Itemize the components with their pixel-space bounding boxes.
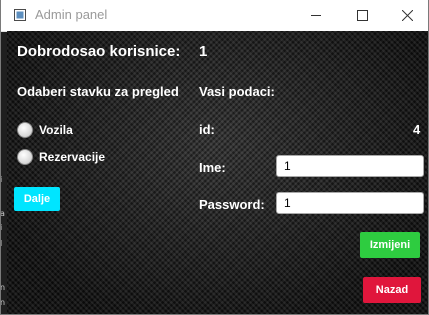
account-heading: Vasi podaci: [199, 84, 275, 99]
maximize-button[interactable] [339, 0, 385, 31]
minimize-icon [310, 15, 321, 16]
welcome-label: Dobrodosao korisnice: [17, 43, 181, 60]
minimize-button[interactable] [293, 0, 339, 31]
review-heading: Odaberi stavku za pregled [17, 84, 179, 99]
name-field[interactable] [276, 155, 424, 177]
next-button[interactable]: Dalje [14, 187, 60, 211]
admin-panel-window: Admin panel Dobrodosao korisnice: 1 Odab… [0, 0, 429, 315]
close-button[interactable] [384, 0, 428, 31]
radio-vozila[interactable]: Vozila [17, 122, 73, 138]
password-label: Password: [199, 197, 265, 212]
back-button[interactable]: Nazad [363, 277, 421, 303]
title-bar[interactable]: Admin panel [1, 0, 428, 32]
name-label: Ime: [199, 160, 226, 175]
radio-rezervacije-label: Rezervacije [39, 150, 106, 164]
radio-button[interactable] [17, 149, 33, 165]
content-area: Dobrodosao korisnice: 1 Odaberi stavku z… [7, 31, 428, 314]
app-icon [14, 9, 26, 21]
radio-button[interactable] [17, 122, 33, 138]
id-value: 4 [413, 122, 421, 137]
window-title: Admin panel [35, 7, 108, 22]
close-icon [401, 10, 413, 21]
radio-rezervacije[interactable]: Rezervacije [17, 149, 105, 165]
edit-button[interactable]: Izmijeni [360, 232, 420, 258]
maximize-icon [356, 10, 368, 21]
id-label: id: [199, 122, 215, 137]
welcome-user-id: 1 [199, 43, 208, 60]
radio-vozila-label: Vozila [39, 123, 73, 137]
password-field[interactable] [276, 192, 424, 214]
